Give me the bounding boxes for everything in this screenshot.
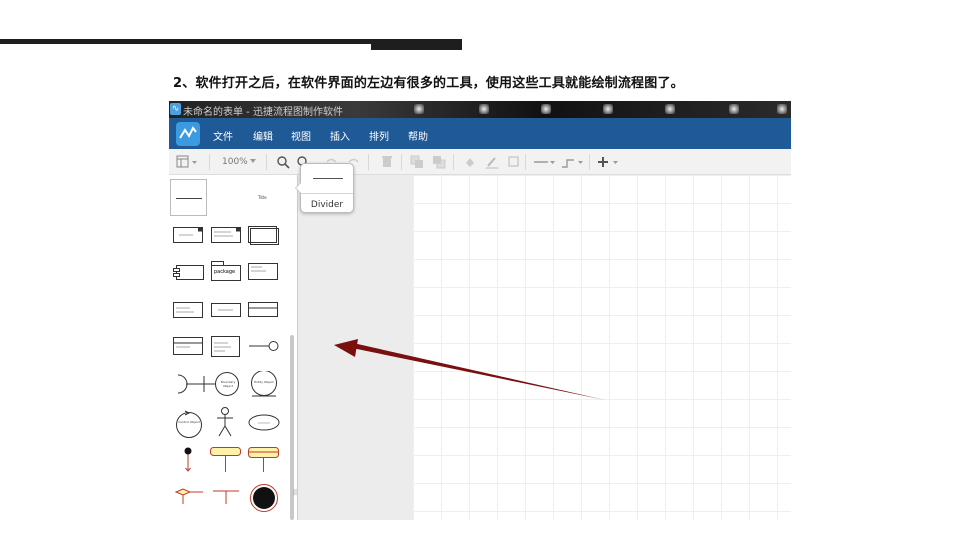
chevron-down-icon[interactable] [250, 159, 256, 164]
menu-file[interactable]: 文件 [213, 128, 233, 143]
toolbar: 100% [169, 149, 791, 175]
shape-interface-box[interactable] [248, 226, 279, 245]
shape-activation-start[interactable] [183, 447, 193, 473]
shape-class-full[interactable] [173, 337, 204, 356]
shadow-icon[interactable] [507, 155, 521, 169]
app-icon: ∿ [170, 103, 181, 115]
shape-note-box[interactable] [248, 302, 279, 318]
shape-destroy-marker[interactable] [211, 488, 241, 506]
slide-caption: 2、软件打开之后，在软件界面的左边有很多的工具，使用这些工具就能绘制流程图了。 [173, 76, 684, 91]
line-style-icon[interactable] [533, 155, 557, 169]
blurred-icon [541, 104, 551, 114]
window-title: 未命名的表单 - 迅捷流程图制作软件 [183, 107, 343, 118]
drawing-canvas[interactable] [413, 175, 791, 520]
shape-message-red[interactable] [173, 487, 203, 505]
shape-lifeline-yellow-double[interactable] [248, 447, 280, 473]
shape-control-object[interactable]: Control Object [174, 409, 204, 439]
resize-handle[interactable]: || [293, 489, 297, 496]
shape-use-case[interactable] [248, 414, 280, 431]
shape-final-state[interactable] [249, 483, 279, 513]
shape-class-detailed[interactable] [211, 336, 241, 358]
menu-insert[interactable]: 插入 [330, 128, 350, 143]
entity-object-label: Entity Object [254, 380, 274, 384]
shape-class-attributes[interactable] [211, 227, 241, 244]
to-front-icon[interactable] [410, 155, 424, 169]
shape-divider[interactable] [170, 179, 207, 216]
menu-view[interactable]: 视图 [291, 128, 311, 143]
control-object-label: Control Object [178, 420, 200, 424]
shape-lifeline-box[interactable] [211, 303, 241, 318]
shape-node[interactable] [248, 263, 279, 281]
shape-boundary-object[interactable]: Boundary Object [203, 372, 241, 397]
shape-lifeline-yellow[interactable] [210, 447, 242, 473]
tooltip-label: Divider [310, 200, 344, 210]
shape-class-box[interactable] [173, 227, 203, 244]
zoom-level[interactable]: 100% [222, 157, 248, 167]
slide: 2、软件打开之后，在软件界面的左边有很多的工具，使用这些工具就能绘制流程图了。 … [0, 0, 960, 540]
blurred-icon [414, 104, 424, 114]
menu-bar: 文件 编辑 视图 插入 排列 帮助 [169, 118, 791, 149]
app-logo-icon[interactable] [176, 122, 200, 146]
shape-title[interactable]: Title [258, 195, 267, 200]
shape-tooltip: Divider [295, 163, 354, 213]
decorative-bar-accent [371, 39, 462, 50]
shape-library-sidebar: Title package Boundary Object Entity Obj… [169, 175, 298, 520]
app-window: ∿ 未命名的表单 - 迅捷流程图制作软件 文件 编辑 视图 插入 排列 帮助 1… [169, 101, 791, 520]
blurred-icon [777, 104, 787, 114]
divider-preview [313, 178, 343, 179]
shape-actor[interactable] [215, 407, 235, 439]
to-back-icon[interactable] [432, 155, 446, 169]
blurred-icon [603, 104, 613, 114]
delete-icon[interactable] [380, 155, 394, 169]
shape-object-box[interactable] [173, 302, 203, 319]
shape-provided-interface[interactable] [249, 340, 279, 352]
menu-edit[interactable]: 编辑 [253, 128, 273, 143]
canvas-gutter [298, 175, 413, 520]
fill-color-icon[interactable] [463, 155, 477, 169]
layout-icon[interactable] [176, 155, 198, 169]
shape-component[interactable] [173, 265, 204, 281]
menu-help[interactable]: 帮助 [408, 128, 428, 143]
shape-package[interactable]: package [211, 261, 241, 281]
zoom-in-icon[interactable] [276, 155, 290, 169]
shape-required-interface[interactable] [174, 373, 204, 395]
window-titlebar: ∿ 未命名的表单 - 迅捷流程图制作软件 [169, 101, 791, 118]
line-color-icon[interactable] [485, 155, 499, 169]
insert-icon[interactable] [597, 155, 621, 169]
connector-icon[interactable] [561, 155, 585, 169]
shape-entity-object[interactable]: Entity Object [249, 371, 279, 397]
blurred-icon [479, 104, 489, 114]
package-label: package [214, 269, 236, 275]
blurred-icon [665, 104, 675, 114]
blurred-icon [729, 104, 739, 114]
boundary-object-label: Boundary Object [220, 380, 236, 388]
menu-arrange[interactable]: 排列 [369, 128, 389, 143]
